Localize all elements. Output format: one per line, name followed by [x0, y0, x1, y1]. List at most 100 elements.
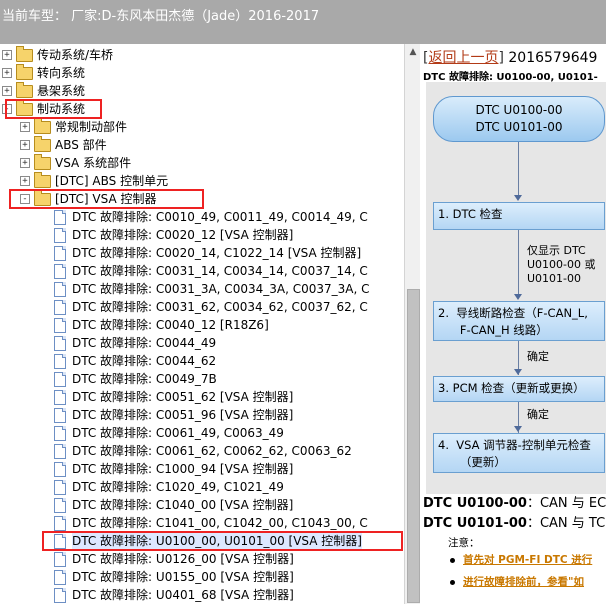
- tree-doc-item[interactable]: DTC 故障排除: C0051_96 [VSA 控制器]: [0, 406, 404, 424]
- current-model-label: 当前车型： 厂家:D-东风本田杰德（Jade）2016-2017: [2, 9, 320, 24]
- note-bullet-1[interactable]: 首先对 PGM-FI DTC 进行: [450, 552, 592, 567]
- document-icon: [54, 264, 66, 279]
- document-icon: [54, 228, 66, 243]
- tree-doc-item[interactable]: DTC 故障排除: C0010_49, C0011_49, C0014_49, …: [0, 208, 404, 226]
- troubleshooting-flowchart: DTC U0100-00 DTC U0101-00 1. DTC 检查 仅显示 …: [426, 82, 606, 494]
- collapse-icon[interactable]: -: [2, 104, 12, 114]
- doc-number: 2016579649: [508, 50, 598, 66]
- navigation-tree[interactable]: + 传动系统/车桥 + 转向系统 + 悬架系统 - 制动系统 + 常规制动部件 + ABS 部件 + VS…: [0, 44, 404, 604]
- note-bullet-2[interactable]: 进行故障排除前，参看"如: [450, 574, 584, 589]
- tree-doc-item[interactable]: DTC 故障排除: U0100_00, U0101_00 [VSA 控制器]: [0, 532, 404, 550]
- tree-node-label: ABS 部件: [55, 138, 107, 152]
- flow-note-1: 仅显示 DTC U0100-00 或 U0101-00: [527, 244, 596, 285]
- tree-doc-item[interactable]: DTC 故障排除: C0020_12 [VSA 控制器]: [0, 226, 404, 244]
- tree-doc-label: DTC 故障排除: C1020_49, C1021_49: [72, 480, 284, 494]
- document-icon: [54, 246, 66, 261]
- tree-doc-item[interactable]: DTC 故障排除: C1041_00, C1042_00, C1043_00, …: [0, 514, 404, 532]
- expand-icon[interactable]: +: [20, 122, 30, 132]
- tree-node-label: [DTC] ABS 控制单元: [55, 174, 169, 188]
- dtc-code: DTC U0100-00: [423, 496, 527, 511]
- tree-doc-label: DTC 故障排除: C0044_62: [72, 354, 217, 368]
- tree-node-label: [DTC] VSA 控制器: [55, 192, 157, 206]
- scroll-up-arrow-icon[interactable]: ▲: [405, 44, 421, 60]
- back-row: [返回上一页] 2016579649: [423, 47, 597, 67]
- tree-folder[interactable]: + 传动系统/车桥: [0, 46, 404, 64]
- tree-folder[interactable]: + 转向系统: [0, 64, 404, 82]
- tree-doc-item[interactable]: DTC 故障排除: C0051_62 [VSA 控制器]: [0, 388, 404, 406]
- tree-doc-item[interactable]: DTC 故障排除: C0031_14, C0034_14, C0037_14, …: [0, 262, 404, 280]
- tree-node-label: 制动系统: [37, 102, 86, 116]
- folder-icon: [34, 136, 51, 152]
- bullet-icon: [450, 579, 455, 585]
- tree-node-label: 常规制动部件: [55, 120, 128, 134]
- note-bullet-text[interactable]: 首先对 PGM-FI DTC 进行: [463, 554, 592, 566]
- tree-subfolder[interactable]: - [DTC] VSA 控制器: [0, 190, 404, 208]
- flow-connector: [518, 230, 519, 296]
- tree-folder[interactable]: - 制动系统: [0, 100, 404, 118]
- tree-node-label: 传动系统/车桥: [37, 48, 114, 62]
- folder-icon: [16, 82, 33, 98]
- expand-icon[interactable]: +: [20, 158, 30, 168]
- tree-subfolder[interactable]: + ABS 部件: [0, 136, 404, 154]
- tree-folder[interactable]: + 悬架系统: [0, 82, 404, 100]
- flow-arrow-icon: [514, 369, 522, 375]
- flow-arrow-icon: [514, 426, 522, 432]
- tree-doc-item[interactable]: DTC 故障排除: U0155_00 [VSA 控制器]: [0, 568, 404, 586]
- tree-subfolder[interactable]: + VSA 系统部件: [0, 154, 404, 172]
- tree-doc-item[interactable]: DTC 故障排除: C0044_62: [0, 352, 404, 370]
- flow-arrow-icon: [514, 294, 522, 300]
- dtc-code: DTC U0101-00: [423, 516, 527, 531]
- tree-doc-item[interactable]: DTC 故障排除: C0020_14, C1022_14 [VSA 控制器]: [0, 244, 404, 262]
- folder-icon: [16, 100, 33, 116]
- tree-doc-item[interactable]: DTC 故障排除: C0031_3A, C0034_3A, C0037_3A, …: [0, 280, 404, 298]
- note-bullet-text[interactable]: 进行故障排除前，参看"如: [463, 576, 584, 588]
- bracket-close: ]: [498, 50, 504, 66]
- tree-doc-item[interactable]: DTC 故障排除: C1020_49, C1021_49: [0, 478, 404, 496]
- dtc-desc: ：CAN 与 EC: [526, 496, 606, 511]
- document-icon: [54, 390, 66, 405]
- expand-icon[interactable]: +: [2, 68, 12, 78]
- tree-doc-item[interactable]: DTC 故障排除: C1000_94 [VSA 控制器]: [0, 460, 404, 478]
- tree-subfolder[interactable]: + 常规制动部件: [0, 118, 404, 136]
- expand-icon[interactable]: +: [20, 176, 30, 186]
- tree-doc-label: DTC 故障排除: U0401_68 [VSA 控制器]: [72, 588, 294, 602]
- expand-icon[interactable]: +: [2, 50, 12, 60]
- document-icon: [54, 480, 66, 495]
- tree-doc-label: DTC 故障排除: C0049_7B: [72, 372, 217, 386]
- document-icon: [54, 426, 66, 441]
- tree-doc-label: DTC 故障排除: C0010_49, C0011_49, C0014_49, …: [72, 210, 368, 224]
- tree-scrollbar[interactable]: ▲: [404, 44, 421, 604]
- tree-doc-label: DTC 故障排除: C0031_14, C0034_14, C0037_14, …: [72, 264, 368, 278]
- dtc-desc: ：CAN 与 TC: [526, 516, 606, 531]
- tree-node-label: 悬架系统: [37, 84, 86, 98]
- tree-doc-item[interactable]: DTC 故障排除: C0049_7B: [0, 370, 404, 388]
- tree-doc-label: DTC 故障排除: C0031_3A, C0034_3A, C0037_3A, …: [72, 282, 370, 296]
- tree-doc-item[interactable]: DTC 故障排除: U0126_00 [VSA 控制器]: [0, 550, 404, 568]
- tree-doc-label: DTC 故障排除: C0020_12 [VSA 控制器]: [72, 228, 294, 242]
- expand-icon[interactable]: +: [20, 140, 30, 150]
- tree-doc-item[interactable]: DTC 故障排除: C0061_49, C0063_49: [0, 424, 404, 442]
- tree-doc-item[interactable]: DTC 故障排除: C1040_00 [VSA 控制器]: [0, 496, 404, 514]
- back-link[interactable]: 返回上一页: [428, 50, 498, 66]
- tree-doc-item[interactable]: DTC 故障排除: C0044_49: [0, 334, 404, 352]
- scrollbar-thumb[interactable]: [407, 289, 420, 603]
- tree-doc-item[interactable]: DTC 故障排除: C0061_62, C0062_62, C0063_62: [0, 442, 404, 460]
- tree-subfolder[interactable]: + [DTC] ABS 控制单元: [0, 172, 404, 190]
- tree-doc-label: DTC 故障排除: C0044_49: [72, 336, 217, 350]
- flow-start-line-2: DTC U0101-00: [475, 120, 563, 134]
- tree-doc-label: DTC 故障排除: C1041_00, C1042_00, C1043_00, …: [72, 516, 368, 530]
- tree-doc-item[interactable]: DTC 故障排除: C0031_62, C0034_62, C0037_62, …: [0, 298, 404, 316]
- dtc-heading: DTC 故障排除: U0100-00, U0101-: [423, 72, 598, 83]
- document-icon: [54, 408, 66, 423]
- document-icon: [54, 552, 66, 567]
- expand-icon[interactable]: +: [2, 86, 12, 96]
- tree-node-label: VSA 系统部件: [55, 156, 132, 170]
- tree-doc-item[interactable]: DTC 故障排除: C0040_12 [R18Z6]: [0, 316, 404, 334]
- tree-doc-item[interactable]: DTC 故障排除: U0401_68 [VSA 控制器]: [0, 586, 404, 604]
- folder-icon: [34, 190, 51, 206]
- flow-note-2: 确定: [527, 350, 549, 363]
- document-icon: [54, 534, 66, 549]
- collapse-icon[interactable]: -: [20, 194, 30, 204]
- document-icon: [54, 318, 66, 333]
- dtc-code-line-2: DTC U0101-00：CAN 与 TC: [423, 512, 605, 531]
